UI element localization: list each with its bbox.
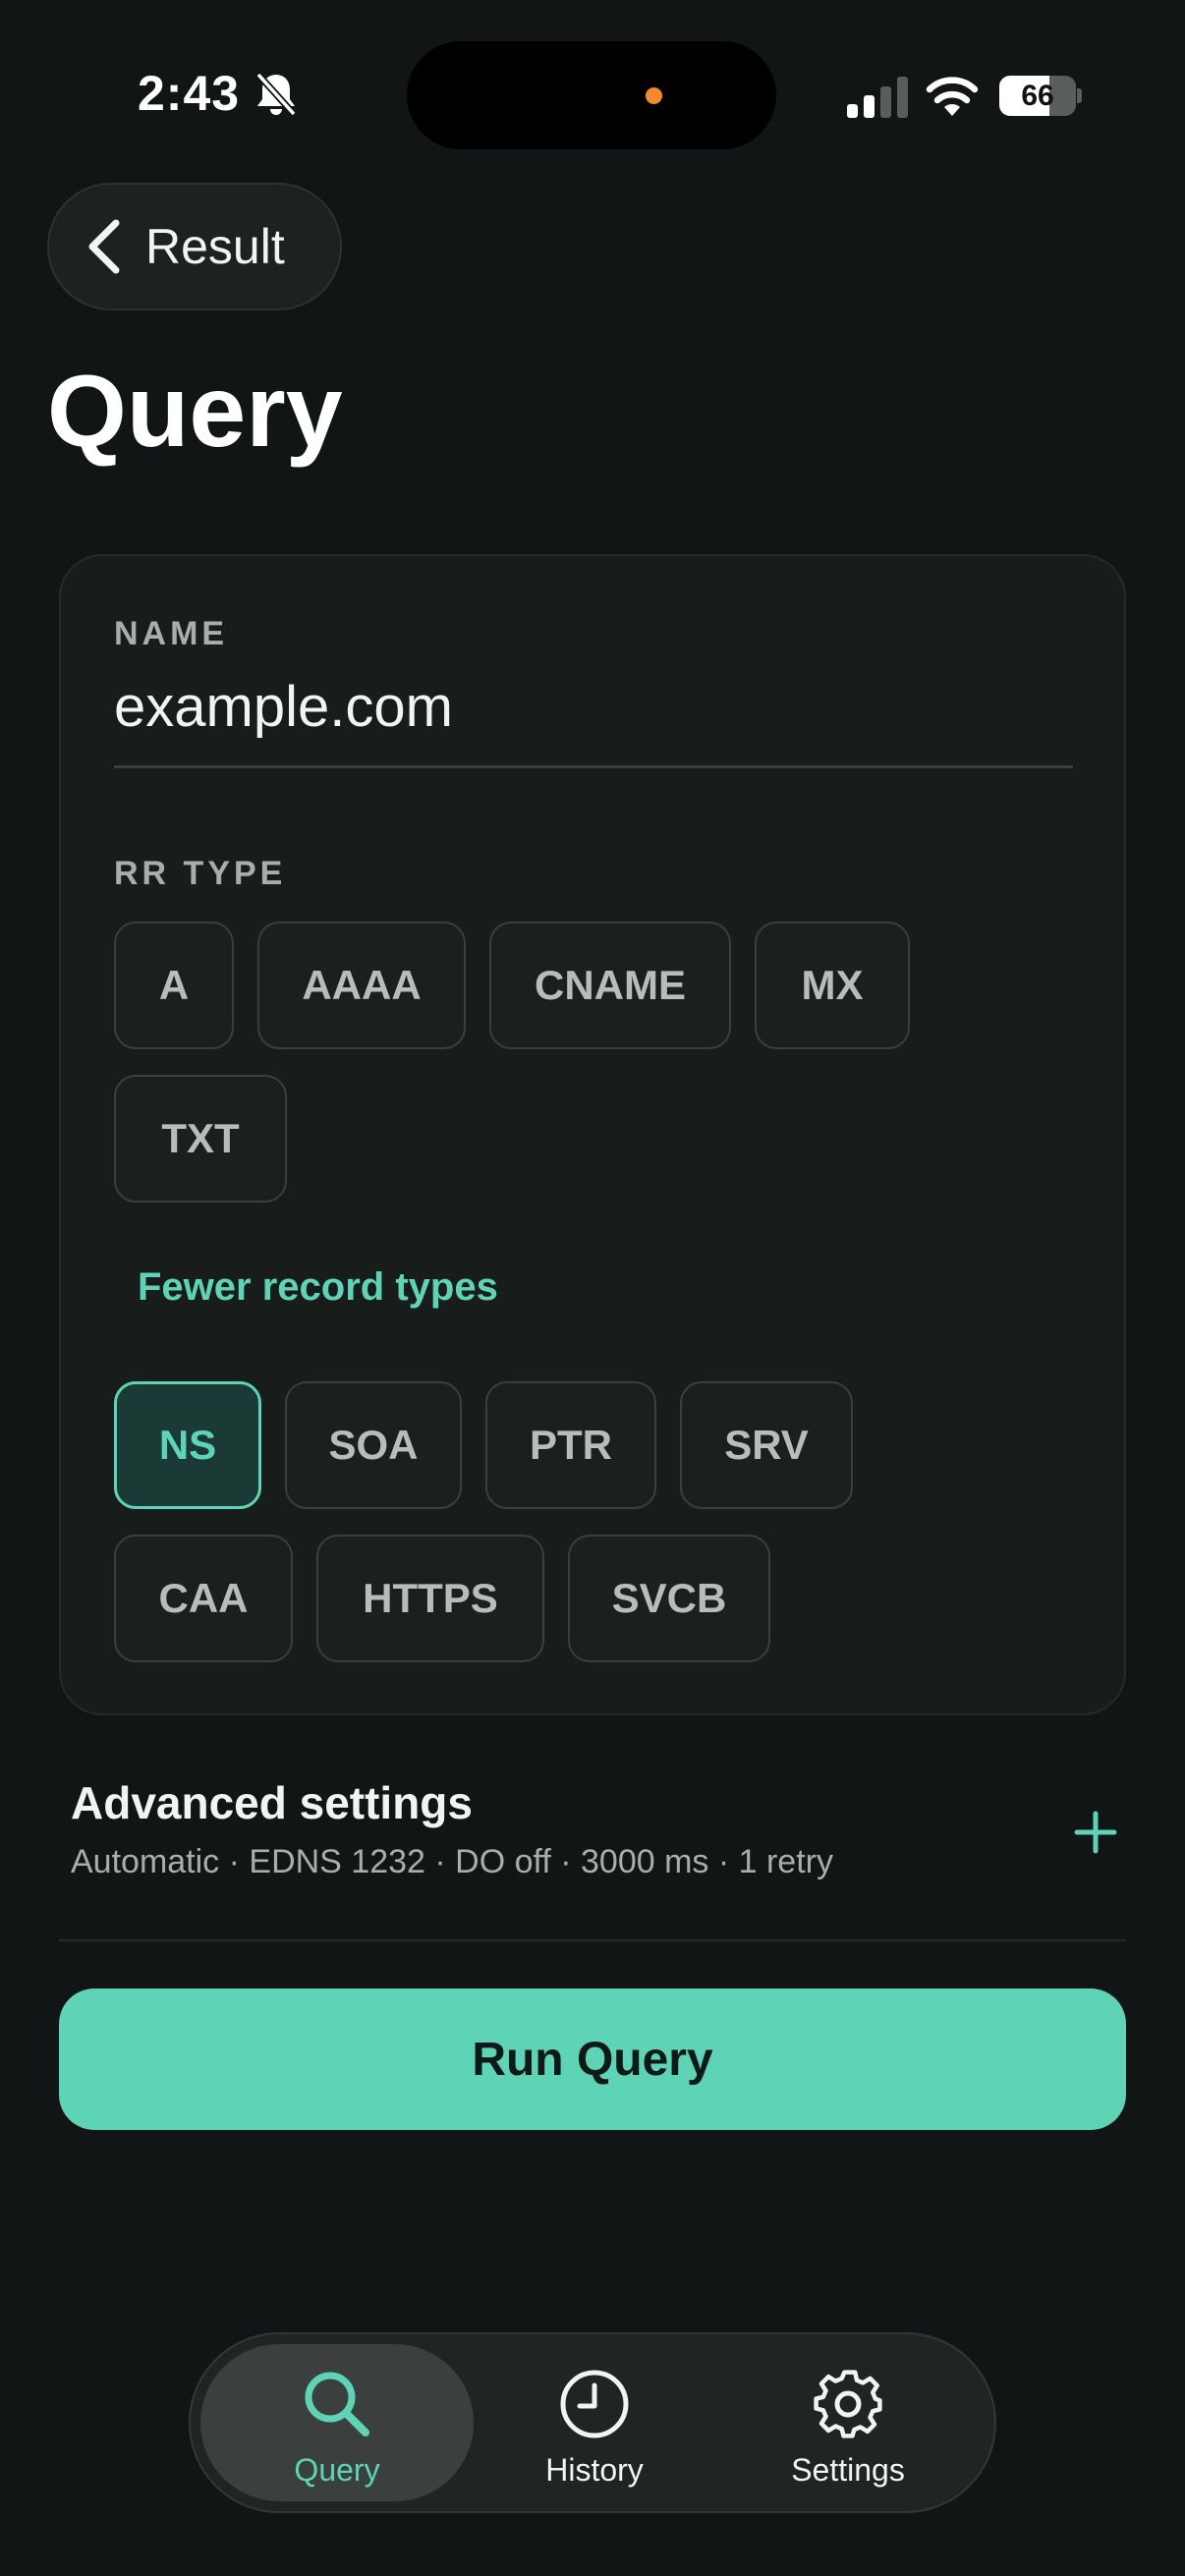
rr-type-chip-caa[interactable]: CAA [114, 1535, 293, 1662]
wifi-icon [926, 77, 979, 116]
back-button-label: Result [145, 219, 285, 274]
tab-settings[interactable]: Settings [711, 2344, 985, 2501]
rr-type-chip-aaaa[interactable]: AAAA [257, 922, 466, 1049]
rr-type-chip-a[interactable]: A [114, 922, 234, 1049]
cellular-signal-icon [847, 77, 908, 118]
rr-type-chip-ns[interactable]: NS [114, 1381, 261, 1509]
rr-type-chip-svcb[interactable]: SVCB [568, 1535, 770, 1662]
status-bar: 2:43 66 [0, 0, 1185, 187]
status-time: 2:43 [138, 66, 241, 121]
rr-type-label: RR TYPE [114, 855, 287, 892]
query-form-card: NAME example.com RR TYPE A AAAA CNAME MX… [59, 554, 1126, 1715]
rr-type-chip-txt[interactable]: TXT [114, 1075, 287, 1203]
rr-type-chip-cname[interactable]: CNAME [489, 922, 731, 1049]
tab-settings-label: Settings [791, 2452, 905, 2488]
dynamic-island [407, 41, 776, 149]
advanced-settings-title: Advanced settings [71, 1777, 473, 1828]
clock-icon [560, 2370, 629, 2438]
tab-history-label: History [545, 2452, 644, 2488]
run-query-button[interactable]: Run Query [59, 1988, 1126, 2130]
advanced-settings-summary: Automatic · EDNS 1232 · DO off · 3000 ms… [71, 1843, 833, 1880]
tab-history[interactable]: History [458, 2344, 731, 2501]
plus-icon[interactable] [1071, 1808, 1120, 1857]
rr-type-chip-ptr[interactable]: PTR [485, 1381, 656, 1509]
gear-icon [814, 2370, 882, 2438]
fewer-record-types-link[interactable]: Fewer record types [138, 1265, 498, 1310]
name-label: NAME [114, 615, 229, 652]
tab-query-label: Query [294, 2452, 380, 2488]
battery-icon: 66 [999, 76, 1082, 116]
rr-type-chip-mx[interactable]: MX [755, 922, 910, 1049]
name-input[interactable]: example.com [114, 674, 1073, 768]
rr-type-chip-soa[interactable]: SOA [285, 1381, 462, 1509]
page-title: Query [47, 355, 343, 469]
query-screen: 2:43 66 Result Query NAME example.com RR… [0, 0, 1185, 2576]
tab-bar: Query History Settings [189, 2332, 996, 2513]
bell-slash-icon [255, 72, 297, 117]
back-button[interactable]: Result [47, 183, 342, 310]
privacy-indicator-dot [646, 87, 662, 104]
search-icon [305, 2372, 369, 2436]
battery-level: 66 [1021, 80, 1054, 112]
divider [59, 1939, 1126, 1941]
rr-type-chip-srv[interactable]: SRV [680, 1381, 853, 1509]
rr-type-chip-https[interactable]: HTTPS [316, 1535, 544, 1662]
tab-query[interactable]: Query [200, 2344, 474, 2501]
chevron-left-icon [88, 219, 120, 274]
